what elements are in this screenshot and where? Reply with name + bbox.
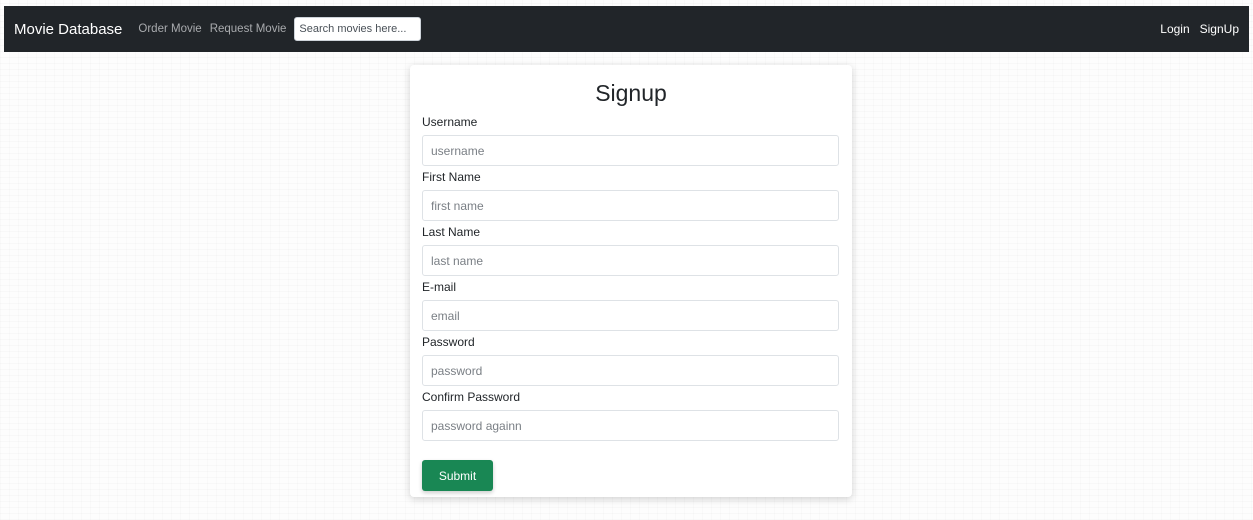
password-input[interactable]: [422, 355, 839, 386]
email-field-group: E-mail: [422, 279, 840, 331]
brand-link[interactable]: Movie Database: [14, 21, 122, 38]
form-title: Signup: [595, 80, 667, 106]
nav-link-order-movie[interactable]: Order Movie: [138, 23, 201, 35]
email-label: E-mail: [422, 280, 457, 294]
search-input[interactable]: [294, 17, 422, 41]
email-input[interactable]: [422, 300, 839, 331]
password-label: Password: [422, 335, 475, 349]
confirm-password-field-group: Confirm Password: [422, 389, 840, 441]
username-input[interactable]: [422, 135, 839, 166]
signup-card: Signup Username First Name Last Name E-m…: [410, 65, 852, 497]
confirm-password-input[interactable]: [422, 410, 839, 441]
last-name-field-group: Last Name: [422, 224, 840, 276]
last-name-label: Last Name: [422, 225, 481, 239]
nav-link-request-movie[interactable]: Request Movie: [210, 23, 287, 35]
first-name-field-group: First Name: [422, 169, 840, 221]
nav-link-login[interactable]: Login: [1160, 22, 1189, 36]
confirm-password-label: Confirm Password: [422, 390, 521, 404]
first-name-label: First Name: [422, 170, 481, 184]
username-label: Username: [422, 115, 478, 129]
nav-link-signup[interactable]: SignUp: [1200, 22, 1239, 36]
navbar: Movie Database Order Movie Request Movie…: [4, 6, 1249, 52]
password-field-group: Password: [422, 334, 840, 386]
last-name-input[interactable]: [422, 245, 839, 276]
username-field-group: Username: [422, 114, 840, 166]
submit-button[interactable]: Submit: [422, 460, 493, 491]
nav-right-group: Login SignUp: [1150, 22, 1239, 36]
first-name-input[interactable]: [422, 190, 839, 221]
